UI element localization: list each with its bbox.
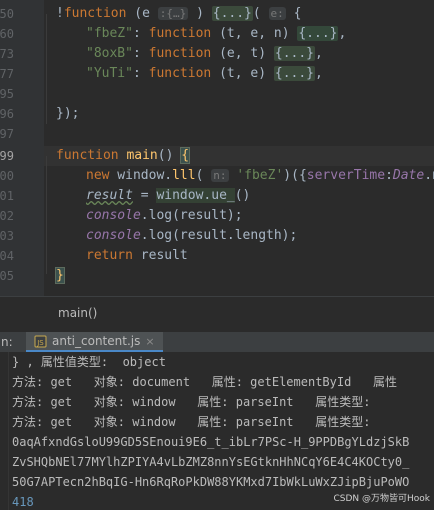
breadcrumb[interactable]: main() [0, 296, 434, 332]
console-number: 418 [12, 495, 34, 509]
watermark: CSDN @万物皆可Hook [333, 494, 430, 504]
line-number: 103 [0, 229, 14, 243]
folded-region[interactable]: {...} [297, 26, 339, 41]
line-number: 60 [0, 27, 14, 41]
code-line: } [55, 267, 65, 284]
line-number: 101 [0, 189, 14, 203]
folded-region[interactable]: {...} [211, 6, 253, 21]
line-number: 97 [0, 127, 14, 141]
code-line: return result [86, 248, 188, 263]
tab-label: anti_content.js [52, 334, 141, 348]
code-line: }); [56, 106, 80, 121]
line-number: 96 [0, 107, 14, 121]
close-icon[interactable]: × [145, 335, 154, 348]
folded-region[interactable]: {...} [273, 66, 316, 81]
svg-text:JS: JS [36, 339, 44, 347]
console-line: 方法: get 对象: document 属性: getElementById … [12, 375, 397, 389]
parameter-hint: n: [211, 169, 229, 182]
code-line: "8oxB": function (e, t) {...}, [86, 46, 323, 61]
console-line: ZvSHQbNEl77MYlhZPIYA4vLbZMZ8nnYsEGtknHhN… [12, 455, 410, 469]
console-line: 50G7APTecn2hBqIG-Hn6RqRoPkDW88YKMxd7IbWk… [12, 475, 410, 489]
line-number: 99 [0, 149, 14, 163]
console-line: 方法: get 对象: window 属性: parseInt 属性类型: [12, 415, 371, 429]
run-tool-window-header: n: JS anti_content.js × [0, 332, 434, 353]
parameter-hint: :{…} [157, 7, 189, 20]
run-label: n: [1, 335, 13, 349]
breadcrumb-item[interactable]: main() [58, 306, 97, 320]
code-line: !function (e :{…} ) {...}( e: { [56, 6, 302, 21]
line-number: 100 [0, 169, 14, 183]
code-editor[interactable]: 50 60 73 77 95 96 97 99 100 101 102 103 … [0, 0, 434, 296]
code-line: console.log(result); [86, 208, 243, 223]
parameter-hint: e: [268, 7, 286, 20]
line-number: 73 [0, 47, 14, 61]
line-number: 77 [0, 67, 14, 81]
console-line: 方法: get 对象: window 属性: parseInt 属性类型: [12, 395, 371, 409]
fold-guide [46, 14, 47, 124]
code-line: result = window.ue_() [86, 188, 251, 203]
tab-anti-content-js[interactable]: JS anti_content.js × [26, 332, 163, 352]
console-gutter [0, 352, 9, 510]
line-number: 102 [0, 209, 14, 223]
line-number: 95 [0, 87, 14, 101]
code-line: "fbeZ": function (t, e, n) {...}, [86, 26, 347, 41]
folded-region[interactable]: {...} [273, 46, 316, 61]
console-output[interactable]: } , 属性值类型: object 方法: get 对象: document 属… [0, 352, 434, 510]
console-line: 0aqAfxndGsloU99GD5SEnoui9E6_t_ibLr7PSc-H… [12, 435, 410, 449]
fold-guide [46, 156, 47, 274]
line-number: 50 [0, 7, 14, 21]
code-line: new window.lll( n: 'fbeZ')({serverTime:D… [86, 168, 434, 183]
line-number: 105 [0, 269, 14, 283]
code-line: "YuTi": function (t, e) {...}, [86, 66, 323, 81]
code-line: console.log(result.length); [86, 228, 298, 243]
console-line: } , 属性值类型: object [12, 355, 166, 369]
javascript-file-icon: JS [34, 335, 47, 348]
code-line: function main() { [56, 147, 191, 164]
line-number: 104 [0, 249, 14, 263]
